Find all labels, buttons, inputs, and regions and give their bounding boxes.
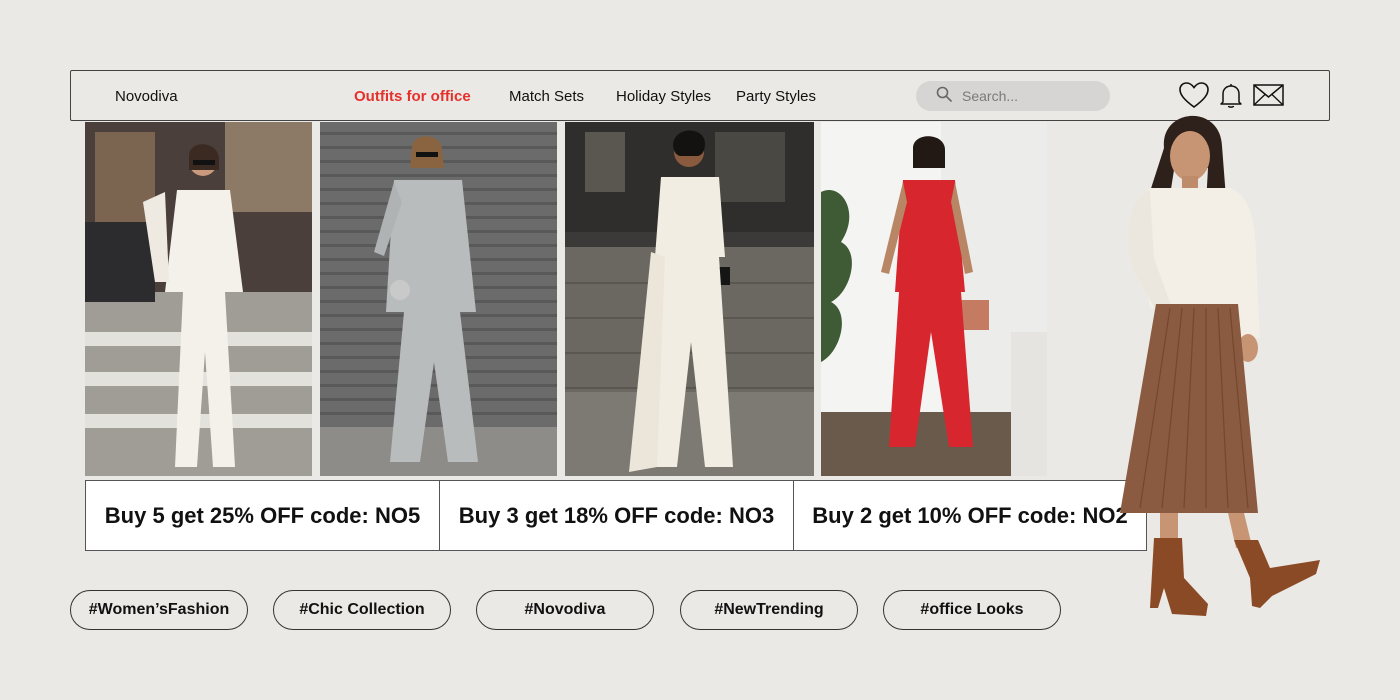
promo-text: Buy 5 get 25% OFF code: NO5	[104, 502, 421, 528]
promo-text: Buy 2 get 10% OFF code: NO2	[812, 502, 1128, 528]
tag-new-trending[interactable]: #NewTrending	[680, 590, 858, 630]
photo-grey-suit-look[interactable]	[320, 122, 557, 476]
photo-white-suit-look[interactable]	[85, 122, 312, 476]
search-input[interactable]	[962, 88, 1102, 104]
nav-link-party-styles[interactable]: Party Styles	[736, 88, 816, 105]
search-icon	[936, 86, 952, 107]
nav-link-holiday-styles[interactable]: Holiday Styles	[616, 88, 711, 105]
search-box[interactable]	[916, 81, 1110, 111]
promo-box-buy-2[interactable]: Buy 2 get 10% OFF code: NO2	[793, 480, 1147, 551]
nav-link-outfits-for-office[interactable]: Outfits for office	[354, 88, 471, 105]
nav-link-match-sets[interactable]: Match Sets	[509, 88, 584, 105]
promo-box-buy-3[interactable]: Buy 3 get 18% OFF code: NO3	[439, 480, 794, 551]
photo-cream-jumpsuit-look[interactable]	[565, 122, 814, 476]
promo-box-buy-5[interactable]: Buy 5 get 25% OFF code: NO5	[85, 480, 440, 551]
model-image	[1110, 108, 1340, 623]
promo-text: Buy 3 get 18% OFF code: NO3	[458, 502, 775, 528]
tag-chic-collection[interactable]: #Chic Collection	[273, 590, 451, 630]
brand-name[interactable]: Novodiva	[115, 88, 178, 105]
tag-novodiva[interactable]: #Novodiva	[476, 590, 654, 630]
mail-icon[interactable]	[1253, 84, 1284, 111]
photo-red-jumpsuit-look[interactable]	[821, 122, 1047, 476]
tag-womens-fashion[interactable]: #Women’sFashion	[70, 590, 248, 630]
tag-office-looks[interactable]: #office Looks	[883, 590, 1061, 630]
